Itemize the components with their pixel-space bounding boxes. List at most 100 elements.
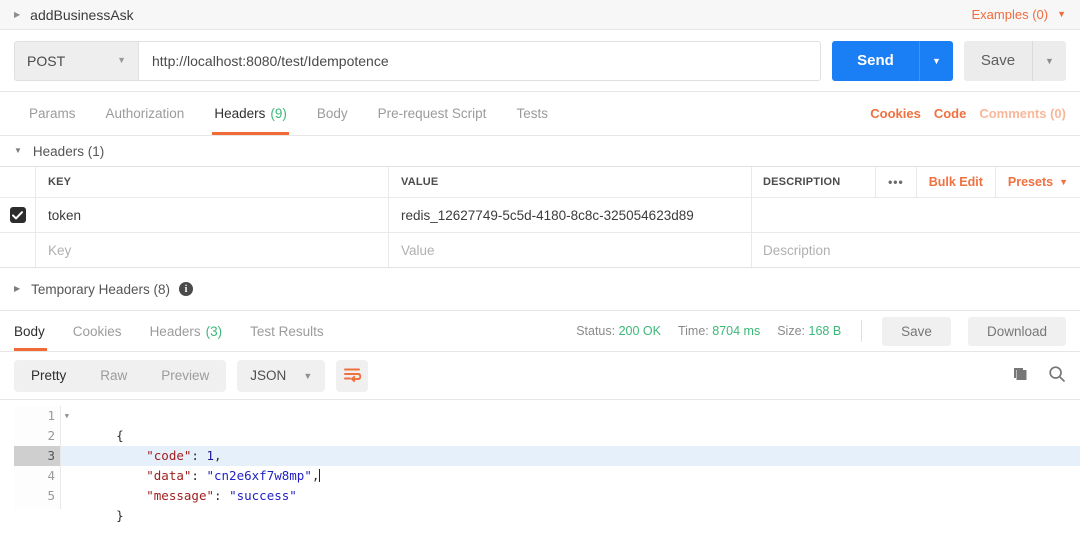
response-tab-cookies[interactable]: Cookies [59,311,136,351]
checkbox-icon[interactable] [9,207,26,223]
more-options-button[interactable]: ••• [875,167,916,197]
response-tab-headers-count: (3) [205,323,223,339]
column-description-label: DESCRIPTION [763,176,841,188]
headers-table: KEY VALUE DESCRIPTION ••• Bulk Edit Pres… [0,166,1080,268]
search-icon[interactable] [1048,365,1066,386]
code-token: : [214,488,230,503]
response-tab-test-results[interactable]: Test Results [236,311,338,351]
empty-row-value-placeholder: Value [401,242,435,258]
bulk-edit-label: Bulk Edit [928,175,983,189]
row-key-input[interactable]: token [36,198,389,232]
response-language-select[interactable]: JSON ▼ [237,359,326,392]
caret-down-icon[interactable]: ▼ [14,147,22,155]
row-value-input[interactable]: redis_12627749-5c5d-4180-8c8c-325054623d… [389,198,752,232]
code-token: , [311,468,320,483]
table-row[interactable]: token redis_12627749-5c5d-4180-8c8c-3250… [0,198,1080,233]
response-download-button[interactable]: Download [967,316,1066,346]
format-pretty-button[interactable]: Pretty [14,360,83,392]
table-row-empty[interactable]: Key Value Description [0,233,1080,267]
empty-row-key-input[interactable]: Key [36,233,389,267]
code-link[interactable]: Code [934,106,967,121]
code-token: 1 [206,448,215,463]
tab-headers-count: (9) [270,106,287,121]
presets-button[interactable]: Presets ▼ [994,167,1080,197]
examples-link[interactable]: Examples (0) [972,7,1049,22]
save-options-caret-icon[interactable]: ▼ [1032,40,1066,81]
chevron-down-icon[interactable]: ▼ [1057,10,1066,19]
format-preview-button[interactable]: Preview [144,360,226,392]
headers-section-header[interactable]: ▼ Headers (1) [0,136,1080,166]
caret-right-icon[interactable]: ▶ [14,10,20,19]
empty-row-value-input[interactable]: Value [389,233,752,267]
text-cursor [319,469,321,482]
response-body-code-viewer[interactable]: 1 ▼ 2 3 4 5 { "code": 1, "data": "cn2e6x… [0,399,1080,523]
line-number: 4 [14,466,60,486]
response-tab-test-results-label: Test Results [250,323,324,339]
response-format-pills: Pretty Raw Preview [14,359,227,392]
send-options-caret-icon[interactable]: ▼ [919,40,953,81]
headers-section-title: Headers (1) [32,143,105,159]
info-icon[interactable]: i [178,282,193,296]
tab-tests[interactable]: Tests [501,92,563,135]
response-tab-cookies-label: Cookies [72,323,122,339]
save-button[interactable]: Save [964,40,1032,81]
row-description-input[interactable] [752,198,1080,232]
empty-row-checkbox-cell[interactable] [0,233,36,267]
fold-toggle-icon[interactable]: ▼ [65,406,69,426]
tab-authorization[interactable]: Authorization [91,92,200,135]
tab-headers[interactable]: Headers (9) [199,92,302,135]
send-button[interactable]: Send [832,40,919,81]
size-badge: Size: 168 B [777,324,841,338]
format-raw-button[interactable]: Raw [83,360,144,392]
response-tab-headers-label: Headers [149,323,201,339]
word-wrap-icon [343,367,362,385]
time-label: Time: [677,324,709,338]
tab-body[interactable]: Body [302,92,363,135]
response-body-actions [1011,365,1066,386]
line-number: 1 ▼ [14,406,69,426]
row-key-value: token [48,207,82,223]
empty-row-description-input[interactable]: Description [752,233,1080,267]
response-tab-body[interactable]: Body [14,311,59,351]
code-token: "data" [116,468,192,483]
caret-right-icon[interactable]: ▶ [14,285,20,293]
temporary-headers-section-header[interactable]: ▶ Temporary Headers (8) i [0,268,1080,310]
tab-authorization-label: Authorization [105,106,185,121]
code-content[interactable]: { "code": 1, "data": "cn2e6xf7w8mp", "me… [61,406,1080,523]
empty-row-key-placeholder: Key [48,242,72,258]
tab-headers-label: Headers [214,106,266,121]
code-token: "message" [116,488,214,503]
line-number: 5 [14,486,60,506]
code-line: "code": 1, [61,426,1080,463]
word-wrap-button[interactable] [336,359,369,392]
row-enabled-checkbox-cell[interactable] [0,198,36,232]
page-title: addBusinessAsk [30,6,134,23]
status-label: Status: [576,324,616,338]
save-button-group: Save ▼ [964,40,1066,81]
tab-pre-request-script[interactable]: Pre-request Script [363,92,502,135]
line-number-text: 4 [47,468,55,483]
tab-params[interactable]: Params [14,92,91,135]
comments-link[interactable]: Comments (0) [979,106,1066,121]
request-tab-bar: ▶ addBusinessAsk Examples (0) ▼ [0,0,1080,30]
bulk-edit-button[interactable]: Bulk Edit [915,167,995,197]
request-section-tabs: Params Authorization Headers (9) Body Pr… [0,92,1080,136]
copy-icon[interactable] [1011,365,1029,386]
line-number-active: 3 [14,446,60,466]
http-method-label: POST [27,52,66,69]
size-value: 168 B [808,324,842,338]
response-save-button[interactable]: Save [882,316,951,346]
url-input[interactable]: http://localhost:8080/test/Idempotence [138,40,821,81]
temporary-headers-title: Temporary Headers (8) [31,281,170,297]
code-token: , [214,448,222,463]
code-token: "code" [116,448,192,463]
chevron-down-icon: ▼ [117,55,126,65]
url-row: POST ▼ http://localhost:8080/test/Idempo… [0,30,1080,92]
response-tab-bar: Body Cookies Headers (3) Test Results St… [0,310,1080,352]
response-tab-headers[interactable]: Headers (3) [136,311,237,351]
cookies-link[interactable]: Cookies [870,106,921,121]
chevron-down-icon: ▼ [303,370,313,381]
http-method-select[interactable]: POST ▼ [14,40,138,81]
code-token: : [191,448,207,463]
response-tab-body-label: Body [14,323,45,339]
